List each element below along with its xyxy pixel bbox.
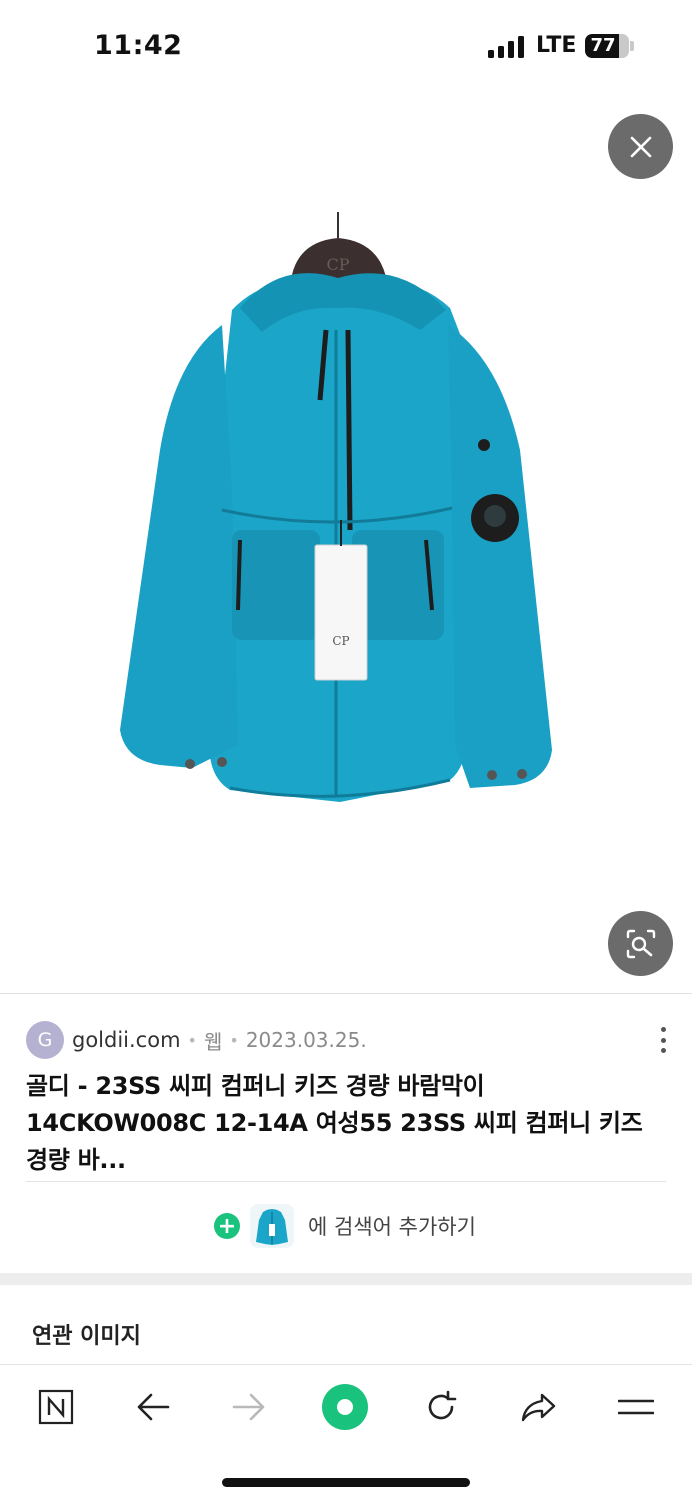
green-dot-icon bbox=[322, 1384, 368, 1430]
status-time: 11:42 bbox=[94, 30, 183, 61]
home-indicator bbox=[222, 1478, 470, 1487]
close-button[interactable] bbox=[608, 114, 673, 179]
jacket-image: CP CP bbox=[120, 212, 552, 802]
battery-icon: 77 bbox=[585, 34, 629, 58]
divider bbox=[0, 993, 692, 994]
svg-text:CP: CP bbox=[332, 634, 349, 648]
product-image[interactable]: CP CP bbox=[0, 190, 692, 830]
battery-cap bbox=[630, 41, 634, 51]
jacket-thumbnail bbox=[250, 1204, 294, 1248]
image-search-button[interactable] bbox=[608, 911, 673, 976]
add-search-term-button[interactable]: + 에 검색어 추가하기 bbox=[214, 1200, 476, 1252]
naver-home-button[interactable] bbox=[28, 1383, 84, 1431]
related-images-title: 연관 이미지 bbox=[32, 1324, 141, 1349]
divider bbox=[26, 1181, 666, 1182]
svg-text:CP: CP bbox=[326, 255, 349, 274]
naver-home-icon bbox=[38, 1389, 74, 1425]
more-vertical-icon[interactable] bbox=[652, 1025, 674, 1055]
back-button[interactable] bbox=[125, 1383, 181, 1431]
battery-level: 77 bbox=[590, 35, 616, 56]
network-label: LTE bbox=[536, 33, 577, 58]
result-title[interactable]: 골디 - 23SS 씨피 컴퍼니 키즈 경량 바람막이 14CKOW008C 1… bbox=[26, 1068, 666, 1179]
signal-icon bbox=[488, 36, 524, 58]
source-date: 2023.03.25. bbox=[245, 1028, 367, 1052]
image-search-icon bbox=[626, 929, 655, 958]
status-bar: 11:42 LTE 77 bbox=[0, 0, 692, 95]
back-arrow-icon bbox=[137, 1393, 170, 1421]
menu-icon bbox=[618, 1399, 654, 1415]
plus-circle-icon: + bbox=[214, 1213, 240, 1239]
section-separator bbox=[0, 1273, 692, 1285]
source-type: 웹 bbox=[203, 1029, 223, 1054]
reload-button[interactable] bbox=[413, 1383, 469, 1431]
green-dot-button[interactable] bbox=[317, 1383, 373, 1431]
menu-button[interactable] bbox=[608, 1383, 664, 1431]
separator-dot: • bbox=[229, 1030, 239, 1050]
close-icon bbox=[630, 136, 651, 157]
forward-arrow-icon bbox=[232, 1393, 265, 1421]
forward-button[interactable] bbox=[221, 1383, 277, 1431]
source-row[interactable]: G goldii.com • 웹 • 2023.03.25. bbox=[26, 1020, 367, 1060]
reload-icon bbox=[428, 1390, 457, 1420]
share-button[interactable] bbox=[510, 1383, 566, 1431]
source-domain[interactable]: goldii.com bbox=[72, 1028, 181, 1052]
share-icon bbox=[521, 1393, 556, 1422]
add-search-label: 에 검색어 추가하기 bbox=[308, 1215, 476, 1239]
separator-dot: • bbox=[187, 1030, 197, 1050]
site-favicon: G bbox=[26, 1021, 64, 1059]
